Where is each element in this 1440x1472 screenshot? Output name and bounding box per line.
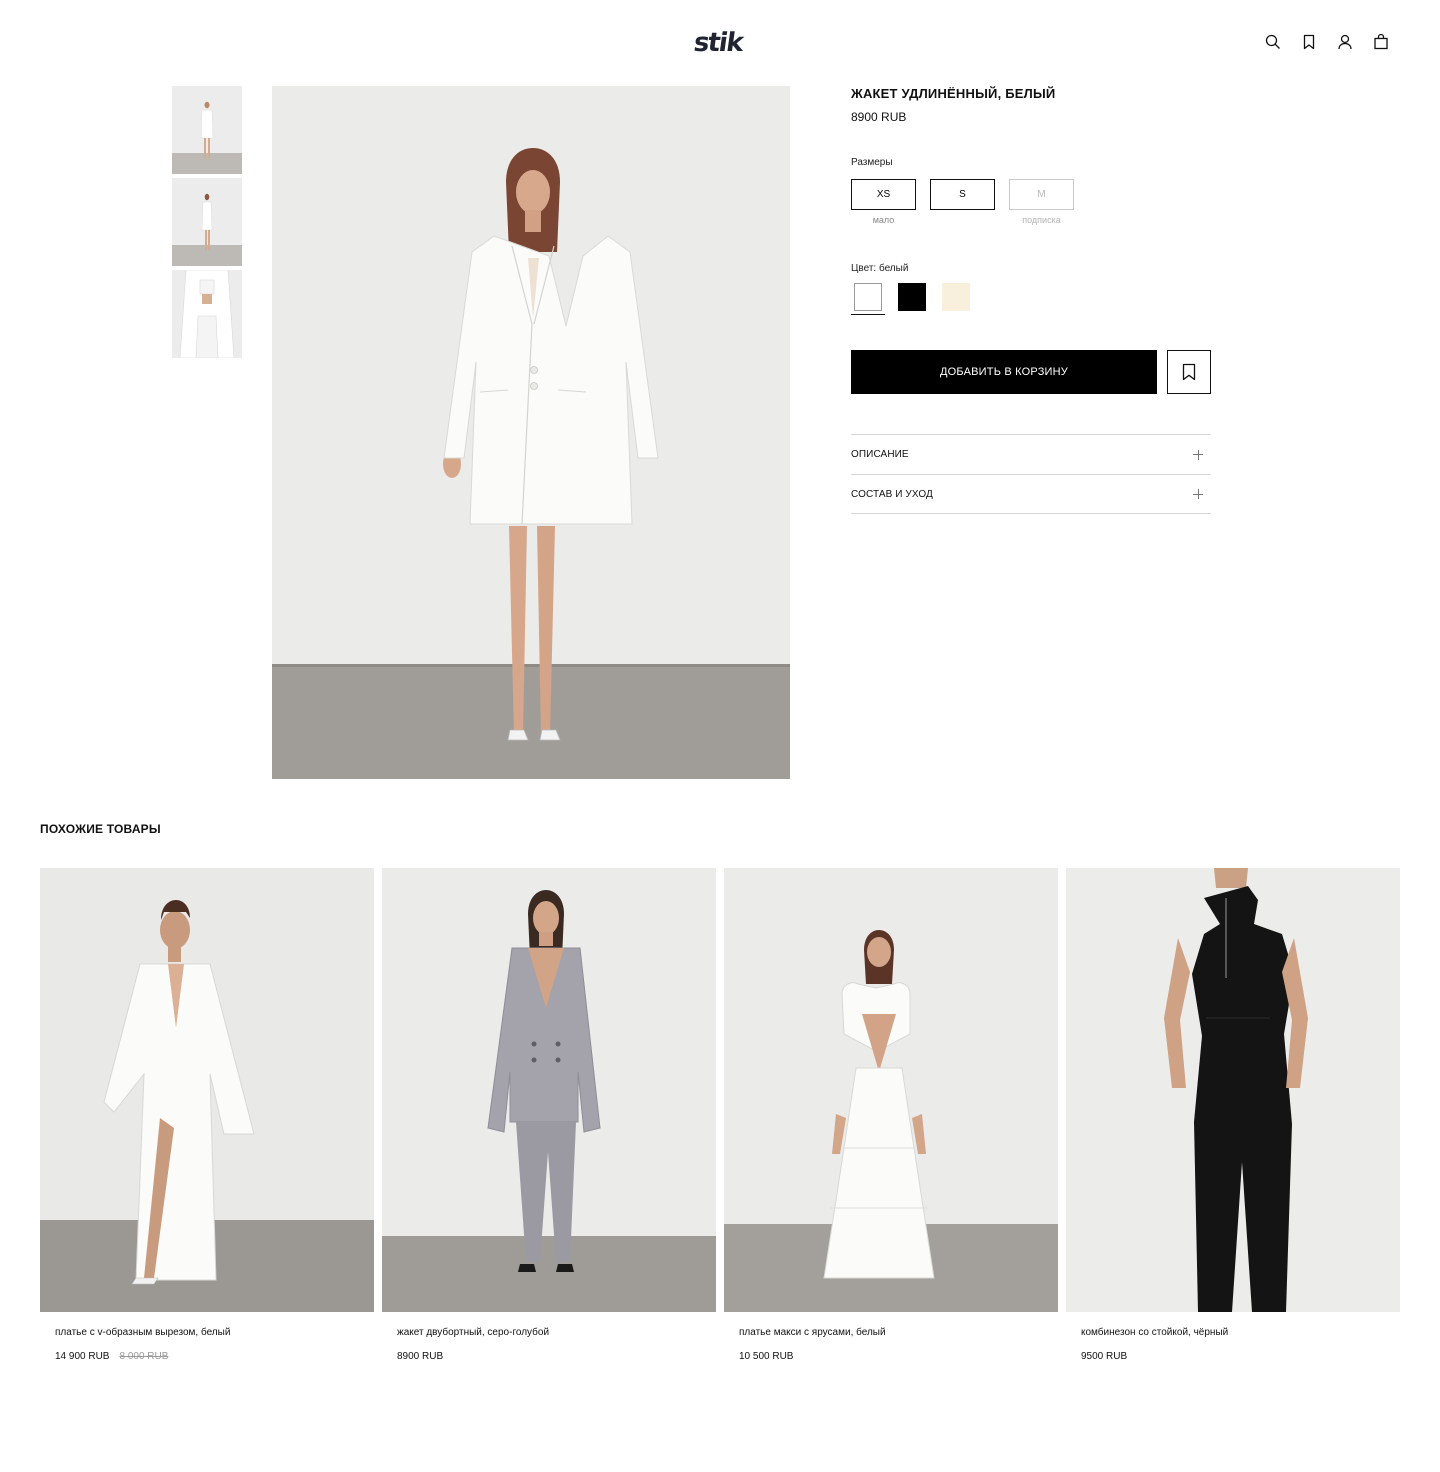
color-label: Цвет: белый bbox=[851, 263, 909, 274]
search-icon[interactable] bbox=[1264, 33, 1282, 51]
product-card-photo[interactable] bbox=[40, 868, 374, 1312]
brand-logo[interactable]: stik bbox=[692, 28, 744, 58]
site-header: stik bbox=[0, 0, 1440, 86]
thumbnail-detail[interactable] bbox=[172, 270, 242, 358]
size-button-m[interactable]: M bbox=[1009, 179, 1074, 210]
product-card-name[interactable]: платье макси с ярусами, белый bbox=[739, 1327, 886, 1338]
product-card-name[interactable]: жакет двубортный, серо-голубой bbox=[397, 1327, 549, 1338]
product-card-price: 9500 RUB bbox=[1081, 1351, 1127, 1362]
accordion-description[interactable]: ОПИСАНИЕ bbox=[851, 434, 1211, 474]
color-swatch-cream[interactable] bbox=[942, 283, 970, 311]
product-card-photo[interactable] bbox=[1066, 868, 1400, 1312]
size-button-xs[interactable]: XS bbox=[851, 179, 916, 210]
thumbnail-side[interactable] bbox=[172, 178, 242, 266]
product-card-name[interactable]: комбинезон со стойкой, чёрный bbox=[1081, 1327, 1228, 1338]
plus-icon bbox=[1193, 449, 1203, 460]
add-to-wishlist-button[interactable] bbox=[1167, 350, 1211, 394]
accordion-composition-care[interactable]: СОСТАВ И УХОД bbox=[851, 474, 1211, 514]
product-card[interactable]: жакет двубортный, серо-голубой 8900 RUB bbox=[382, 868, 716, 1362]
color-swatch-white[interactable] bbox=[854, 283, 882, 311]
current-price: 9500 RUB bbox=[1081, 1351, 1128, 1362]
bag-icon[interactable] bbox=[1372, 33, 1390, 51]
sizes-label: Размеры bbox=[851, 157, 893, 168]
product-card[interactable]: платье с v-образным вырезом, белый 14 90… bbox=[40, 868, 374, 1362]
bookmark-icon[interactable] bbox=[1300, 33, 1318, 51]
size-note-m: подписка bbox=[1022, 215, 1061, 225]
product-card[interactable]: платье макси с ярусами, белый 10 500 RUB bbox=[724, 868, 1058, 1362]
plus-icon bbox=[1193, 489, 1203, 499]
current-price: 14 900 RUB bbox=[55, 1351, 110, 1362]
size-button-s[interactable]: S bbox=[930, 179, 995, 210]
product-card[interactable]: комбинезон со стойкой, чёрный 9500 RUB bbox=[1066, 868, 1400, 1362]
current-price: 8900 RUB bbox=[397, 1351, 444, 1362]
accordion-composition-label: СОСТАВ И УХОД bbox=[851, 488, 933, 500]
header-icons bbox=[1264, 33, 1390, 51]
product-card-name[interactable]: платье с v-образным вырезом, белый bbox=[55, 1327, 230, 1338]
user-icon[interactable] bbox=[1336, 33, 1354, 51]
main-product-photo[interactable] bbox=[272, 86, 790, 779]
accordion-description-label: ОПИСАНИЕ bbox=[851, 449, 909, 460]
product-card-price: 14 900 RUB 8 000 RUB bbox=[55, 1351, 168, 1362]
thumbnail-front[interactable] bbox=[172, 86, 242, 174]
selected-swatch-indicator bbox=[851, 314, 885, 315]
product-card-price: 8900 RUB bbox=[397, 1351, 443, 1362]
old-price: 8 000 RUB bbox=[119, 1351, 169, 1362]
product-card-photo[interactable] bbox=[724, 868, 1058, 1312]
product-card-photo[interactable] bbox=[382, 868, 716, 1312]
product-title: ЖАКЕТ УДЛИНЁННЫЙ, БЕЛЫЙ bbox=[851, 86, 1056, 101]
bookmark-icon bbox=[1182, 363, 1196, 381]
product-card-price: 10 500 RUB bbox=[739, 1351, 793, 1362]
related-products-title: ПОХОЖИЕ ТОВАРЫ bbox=[40, 822, 161, 836]
add-to-cart-button[interactable]: ДОБАВИТЬ В КОРЗИНУ bbox=[851, 350, 1157, 394]
color-swatch-black[interactable] bbox=[898, 283, 926, 311]
product-price: 8900 RUB bbox=[851, 110, 907, 124]
size-note-xs: мало bbox=[872, 215, 895, 225]
current-price: 10 500 RUB bbox=[739, 1351, 794, 1362]
